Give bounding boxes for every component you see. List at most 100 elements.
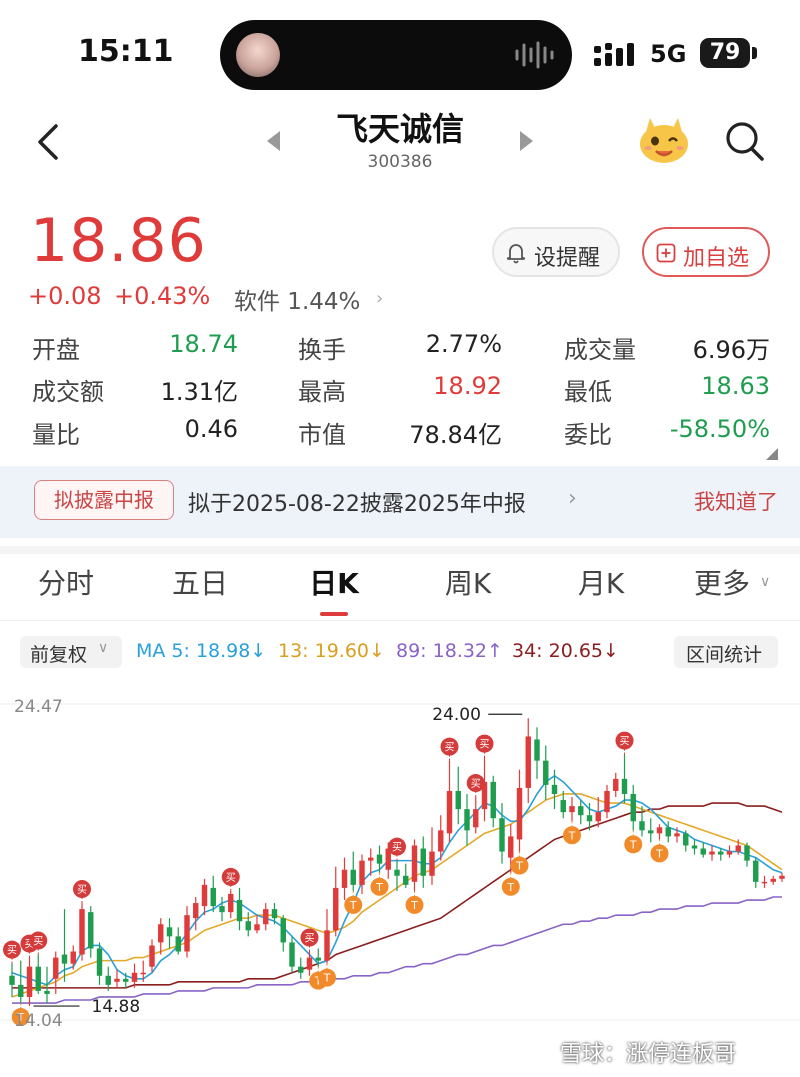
- candle-body: [114, 978, 120, 982]
- candle-body: [18, 984, 24, 997]
- candle-body: [761, 881, 768, 884]
- stat-label: 换手: [298, 336, 346, 364]
- candle-body: [674, 833, 680, 837]
- candle-body: [88, 912, 94, 949]
- tab-4[interactable]: 月K: [541, 562, 661, 602]
- ma34-legend[interactable]: 34: 20.65↓: [512, 640, 619, 662]
- add-watchlist-label: 加自选: [683, 246, 750, 271]
- trade-marker-label: T: [506, 881, 514, 894]
- trade-marker-label: 买: [305, 933, 315, 945]
- candle-body: [131, 972, 138, 982]
- tab-2[interactable]: 日K: [274, 562, 394, 602]
- candle-body: [166, 927, 173, 937]
- candle-body: [595, 812, 601, 822]
- candle-body: [324, 930, 330, 961]
- set-alert-label: 设提醒: [534, 246, 601, 271]
- tabs-divider: [0, 620, 800, 621]
- candle-body: [569, 806, 575, 813]
- candle-body: [648, 830, 654, 834]
- kline-chart[interactable]: 买T买买买买买T TTT买T买买买TTT买TT24.4714.0424.0014.…: [0, 682, 800, 1052]
- candle-body: [158, 924, 164, 943]
- ma13-legend[interactable]: 13: 19.60↓: [278, 640, 385, 662]
- candle-body: [201, 884, 208, 907]
- candle-body: [254, 924, 260, 931]
- search-icon[interactable]: [722, 118, 766, 162]
- trade-marker-label: 买: [620, 736, 630, 748]
- candle-body: [735, 845, 741, 852]
- ma89-legend[interactable]: 89: 18.32↑: [396, 640, 503, 662]
- mascot-icon[interactable]: [636, 114, 692, 166]
- stat-value: 1.31亿: [160, 378, 238, 406]
- candle-body: [665, 827, 671, 837]
- trade-marker-label: T: [375, 881, 383, 894]
- back-icon[interactable]: [34, 122, 64, 162]
- candle-body: [700, 848, 706, 855]
- min-price-annotation: 14.88: [92, 997, 141, 1017]
- candle-body: [473, 809, 479, 828]
- candle-body: [298, 966, 304, 973]
- candle-body: [420, 848, 426, 876]
- banner-tag: 拟披露中报: [34, 480, 174, 520]
- plus-icon: [656, 243, 676, 263]
- y-axis-bottom-label: 14.04: [14, 1011, 63, 1031]
- tab-1[interactable]: 五日: [140, 562, 260, 602]
- bell-icon: [507, 244, 525, 264]
- candle-body: [184, 915, 190, 952]
- stat-value: 78.84亿: [409, 421, 502, 449]
- candle-body: [376, 854, 383, 864]
- tab-3[interactable]: 周K: [408, 562, 528, 602]
- prev-stock-icon[interactable]: [266, 130, 282, 152]
- stat-value: 2.77%: [425, 330, 502, 358]
- watermark: 雪球：涨停连板哥: [560, 1042, 737, 1067]
- candle-body: [306, 957, 313, 970]
- avatar[interactable]: [236, 33, 280, 77]
- stat-label: 开盘: [32, 336, 80, 364]
- candle-body: [123, 978, 129, 982]
- candle-body: [718, 851, 724, 855]
- tab-0[interactable]: 分时: [6, 562, 126, 602]
- chevron-right-icon: ›: [568, 486, 577, 511]
- candle-body: [779, 875, 785, 879]
- candle-body: [44, 990, 50, 994]
- y-axis-top-label: 24.47: [14, 697, 63, 717]
- trade-marker-label: 买: [226, 872, 236, 884]
- chevron-down-icon: ∨: [760, 574, 771, 590]
- next-stock-icon[interactable]: [518, 130, 534, 152]
- sector-link[interactable]: 软件 1.44%: [234, 282, 360, 316]
- expand-corner-icon[interactable]: [766, 448, 778, 460]
- banner-text[interactable]: 拟于2025-08-22披露2025年中报: [188, 486, 526, 518]
- trade-marker-label: 买: [471, 778, 481, 790]
- trade-marker-label: 买: [33, 936, 43, 948]
- candle-body: [96, 948, 103, 976]
- ma5-legend[interactable]: MA 5: 18.98↓: [136, 640, 266, 662]
- section-divider: [0, 546, 800, 554]
- candle-body: [709, 851, 715, 855]
- candle-body: [53, 957, 59, 979]
- trade-marker-label: 买: [392, 842, 402, 854]
- trade-marker-label: T: [629, 838, 637, 851]
- candle-body: [105, 975, 111, 985]
- candle-body: [499, 818, 505, 852]
- candle-body: [70, 951, 76, 964]
- candle-body: [263, 909, 269, 925]
- candle-body: [508, 836, 514, 858]
- stock-name: 飞天诚信: [335, 110, 464, 148]
- stat-label: 成交额: [32, 378, 104, 406]
- candle-body: [464, 809, 470, 831]
- stat-label: 最高: [298, 378, 346, 406]
- active-tab-underline: [320, 612, 348, 616]
- stat-label: 市值: [298, 421, 346, 449]
- candle-body: [368, 857, 374, 861]
- candle-body: [228, 893, 234, 913]
- range-stats-label: 区间统计: [686, 644, 763, 666]
- candle-body: [9, 975, 15, 985]
- banner-dismiss-button[interactable]: 我知道了: [694, 486, 778, 516]
- candle-body: [490, 781, 496, 819]
- stat-value: 18.74: [169, 330, 238, 358]
- candle-body: [193, 903, 199, 919]
- candle-body: [79, 909, 85, 955]
- stock-code: 300386: [367, 152, 433, 172]
- candle-body: [578, 806, 584, 816]
- current-price: 18.86: [30, 206, 207, 276]
- candle-body: [543, 760, 549, 785]
